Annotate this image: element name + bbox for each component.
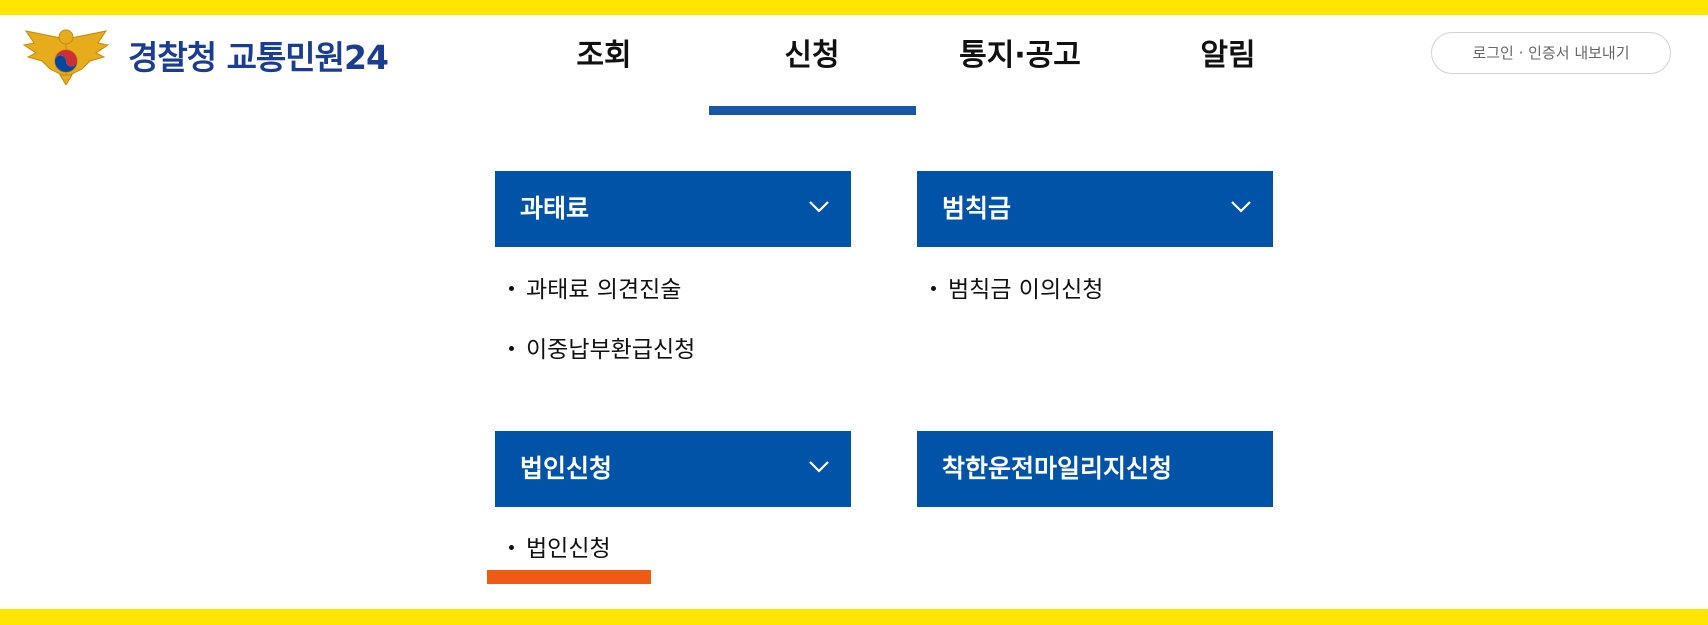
panel-good-driving-mileage[interactable]: 착한운전마일리지신청 [917,431,1273,507]
panel-fine[interactable]: 과태료 [495,171,851,247]
panel-penalty[interactable]: 범칙금 [917,171,1273,247]
panel-title: 법인신청 [520,454,613,483]
nav-active-indicator [709,106,916,115]
list-item-label: 범칙금 이의신청 [948,277,1104,303]
bullet-icon [509,286,514,291]
police-emblem-icon [22,29,110,85]
panel-title: 과태료 [520,194,590,223]
bottom-accent-bar [0,609,1708,625]
chevron-down-icon [809,461,829,473]
panel-title: 착한운전마일리지신청 [942,454,1173,483]
top-accent-bar [0,0,1708,15]
nav-item-notice[interactable]: 통지·공고 [916,28,1124,88]
list-item-double-payment-refund[interactable]: 이중납부환급신청 [495,335,695,365]
site-logo[interactable]: 경찰청 교통민원24 [20,25,389,85]
panel-title: 범칙금 [942,194,1012,223]
list-item-penalty-objection[interactable]: 범칙금 이의신청 [917,275,1103,305]
list-item-fine-opinion[interactable]: 과태료 의견진술 [495,275,681,305]
login-cert-export-button[interactable]: 로그인 · 인증서 내보내기 [1431,32,1671,74]
chevron-down-icon [809,201,829,213]
chevron-down-icon [1231,201,1251,213]
bullet-icon [509,346,514,351]
highlight-underline [487,570,651,584]
nav-item-alerts[interactable]: 알림 [1124,28,1332,88]
panel-corporate[interactable]: 법인신청 [495,431,851,507]
list-item-label: 법인신청 [526,536,611,562]
logo-text: 경찰청 교통민원24 [128,38,389,77]
list-item-corporate-application[interactable]: 법인신청 [495,534,611,564]
list-item-label: 이중납부환급신청 [526,337,696,363]
nav-item-inquiry[interactable]: 조회 [500,28,708,88]
nav-item-application[interactable]: 신청 [708,28,916,88]
bullet-icon [931,286,936,291]
bullet-icon [509,545,514,550]
list-item-label: 과태료 의견진술 [526,277,682,303]
